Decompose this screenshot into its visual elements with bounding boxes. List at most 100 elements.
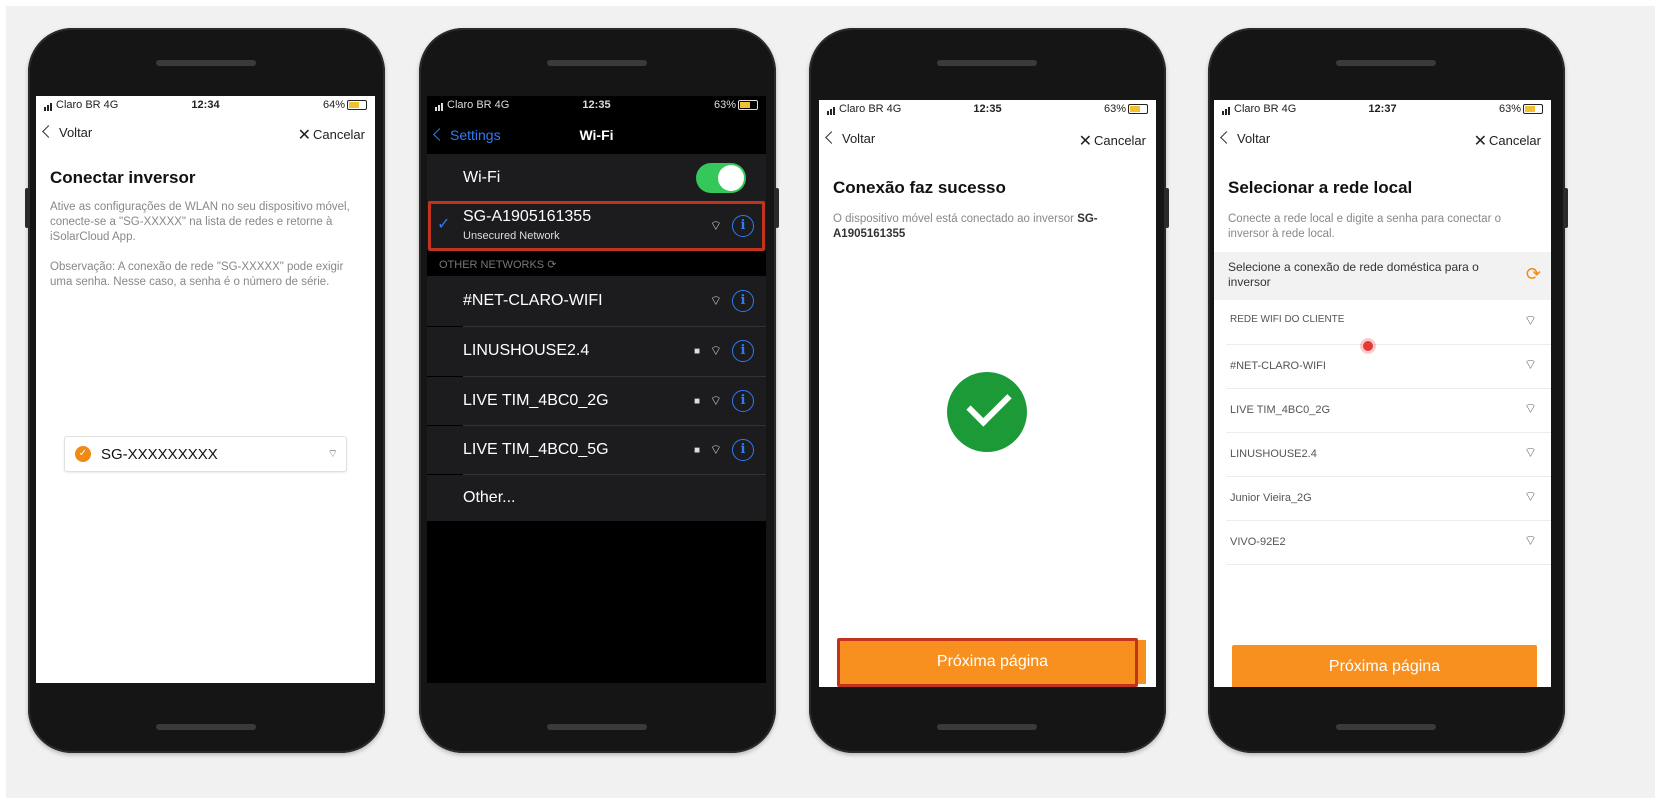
- network-row[interactable]: #NET-CLARO-WIFI ⌔: [1226, 344, 1551, 389]
- network-name: REDE WIFI DO CLIENTE: [1230, 314, 1345, 325]
- page-title: Selecionar a rede local: [1228, 178, 1413, 197]
- note-text: Observação: A conexão de rede "SG-XXXXX"…: [50, 261, 344, 288]
- info-icon[interactable]: i: [732, 390, 754, 412]
- wifi-icon: ⌔: [709, 442, 722, 457]
- network-name: LIVE TIM_4BC0_2G: [463, 392, 609, 409]
- battery-icon: [738, 100, 758, 111]
- phone-speaker: [547, 60, 647, 66]
- chevron-left-icon: [1220, 131, 1233, 144]
- wifi-icon: ⌔: [1523, 400, 1537, 416]
- network-name: #NET-CLARO-WIFI: [463, 292, 603, 309]
- screen-wifi-settings: Claro BR 4G 12:35 63% Settings Wi-Fi Wi-…: [427, 96, 766, 683]
- nav-bar: Voltar ✕ Cancelar: [36, 118, 375, 148]
- list-bottom-area: [427, 521, 766, 683]
- screenshot-canvas: Claro BR 4G 12:34 64% Voltar ✕ Cancelar C…: [6, 6, 1655, 798]
- phone-side-button: [25, 188, 29, 228]
- back-button[interactable]: Voltar: [42, 125, 92, 140]
- close-icon: ✕: [297, 127, 311, 144]
- phone-4: Claro BR 4G 12:37 63% Voltar ✕ Cancelar S…: [1208, 28, 1568, 753]
- wifi-label: Wi-Fi: [463, 169, 501, 186]
- highlight-frame: [837, 638, 1138, 687]
- chevron-left-icon: [825, 131, 838, 144]
- phone-speaker: [937, 60, 1037, 66]
- battery-icon: [1523, 104, 1543, 115]
- highlight-frame: [428, 201, 765, 251]
- phone-home-bar: [547, 724, 647, 730]
- battery-icon: [347, 100, 367, 111]
- network-row[interactable]: REDE WIFI DO CLIENTE ⌔: [1226, 300, 1551, 345]
- screen-conectar-inversor: Claro BR 4G 12:34 64% Voltar ✕ Cancelar C…: [36, 96, 375, 683]
- wifi-icon: ⌔: [1523, 532, 1537, 548]
- page-title: Conexão faz sucesso: [833, 178, 1006, 197]
- wifi-icon: ⌔: [1523, 356, 1537, 372]
- phone-home-bar: [937, 724, 1037, 730]
- selected-check-icon: ✓: [75, 446, 91, 462]
- phone-side-button: [775, 188, 779, 228]
- cancel-button[interactable]: ✕ Cancelar: [1474, 131, 1541, 151]
- phone-3: Claro BR 4G 12:35 63% Voltar ✕ Cancelar C…: [809, 28, 1169, 753]
- close-icon: ✕: [1473, 133, 1487, 150]
- phone-home-bar: [1336, 724, 1436, 730]
- network-name: LIVE TIM_4BC0_2G: [1230, 404, 1331, 416]
- battery-percent: 63%: [1103, 103, 1126, 115]
- network-name: LINUSHOUSE2.4: [463, 342, 590, 359]
- status-bar: Claro BR 4G 12:34 64%: [36, 96, 375, 116]
- wifi-toggle[interactable]: [696, 163, 746, 193]
- nav-bar: Voltar ✕ Cancelar: [819, 124, 1156, 154]
- cancel-button[interactable]: ✕ Cancelar: [298, 125, 365, 145]
- success-message: O dispositivo móvel está conectado ao in…: [833, 213, 1098, 240]
- network-name: LIVE TIM_4BC0_5G: [463, 441, 609, 458]
- next-page-button[interactable]: Próxima página: [1232, 645, 1537, 687]
- network-row[interactable]: Junior Vieira_2G ⌔: [1226, 476, 1551, 521]
- network-row[interactable]: VIVO-92E2 ⌔: [1226, 520, 1551, 565]
- phone-2: Claro BR 4G 12:35 63% Settings Wi-Fi Wi-…: [419, 28, 779, 753]
- lock-icon: ■: [693, 396, 700, 407]
- phone-speaker: [1336, 60, 1436, 66]
- lock-icon: ■: [693, 445, 700, 456]
- phone-speaker: [156, 60, 256, 66]
- refresh-icon[interactable]: ⟳: [1526, 264, 1541, 285]
- screen-selecionar-rede: Claro BR 4G 12:37 63% Voltar ✕ Cancelar S…: [1214, 100, 1551, 687]
- network-name: LINUSHOUSE2.4: [1230, 448, 1317, 460]
- device-name: SG-XXXXXXXXX: [101, 446, 218, 463]
- info-icon[interactable]: i: [732, 439, 754, 461]
- status-bar: Claro BR 4G 12:35 63%: [427, 96, 766, 116]
- network-row[interactable]: #NET-CLARO-WIFI ⌔ i: [427, 276, 766, 326]
- device-selector[interactable]: ✓ SG-XXXXXXXXX ⌔: [64, 436, 347, 472]
- network-row[interactable]: LIVE TIM_4BC0_5G ■ ⌔ i: [427, 426, 766, 474]
- phone-side-button: [1165, 188, 1169, 228]
- section-header: OTHER NETWORKS ⟳: [439, 259, 557, 271]
- status-bar: Claro BR 4G 12:35 63%: [819, 100, 1156, 120]
- battery-icon: [1128, 104, 1148, 115]
- instructions-text: Conecte a rede local e digite a senha pa…: [1228, 213, 1501, 240]
- page-title: Conectar inversor: [50, 168, 196, 187]
- nav-bar: Settings Wi-Fi: [427, 120, 766, 150]
- chevron-left-icon: [42, 125, 55, 138]
- battery-percent: 63%: [713, 99, 736, 111]
- battery-percent: 64%: [322, 99, 345, 111]
- other-network-row[interactable]: Other...: [427, 475, 766, 521]
- phone-side-button: [1564, 188, 1568, 228]
- network-row[interactable]: LIVE TIM_4BC0_2G ⌔: [1226, 388, 1551, 433]
- network-row[interactable]: LINUSHOUSE2.4 ■ ⌔ i: [427, 327, 766, 376]
- nav-title: Wi-Fi: [579, 127, 614, 143]
- cancel-button[interactable]: ✕ Cancelar: [1079, 131, 1146, 151]
- network-row[interactable]: LINUSHOUSE2.4 ⌔: [1226, 432, 1551, 477]
- select-label: Selecione a conexão de rede doméstica pa…: [1228, 260, 1479, 289]
- lock-icon: ■: [693, 346, 700, 357]
- wifi-icon: ⌔: [709, 293, 722, 308]
- loading-spinner-icon: ⟳: [547, 259, 557, 271]
- back-button[interactable]: Voltar: [825, 131, 875, 146]
- wifi-icon: ⌔: [1523, 312, 1537, 328]
- other-label: Other...: [463, 489, 516, 506]
- network-select-row[interactable]: Selecione a conexão de rede doméstica pa…: [1214, 252, 1551, 300]
- network-row[interactable]: LIVE TIM_4BC0_2G ■ ⌔ i: [427, 377, 766, 425]
- wifi-icon: ⌔: [327, 448, 338, 460]
- phone-home-bar: [156, 724, 256, 730]
- wifi-icon: ⌔: [709, 343, 722, 358]
- network-name: Junior Vieira_2G: [1230, 492, 1312, 504]
- info-icon[interactable]: i: [732, 290, 754, 312]
- info-icon[interactable]: i: [732, 340, 754, 362]
- wifi-toggle-row: Wi-Fi: [427, 154, 766, 202]
- back-button[interactable]: Voltar: [1220, 131, 1270, 146]
